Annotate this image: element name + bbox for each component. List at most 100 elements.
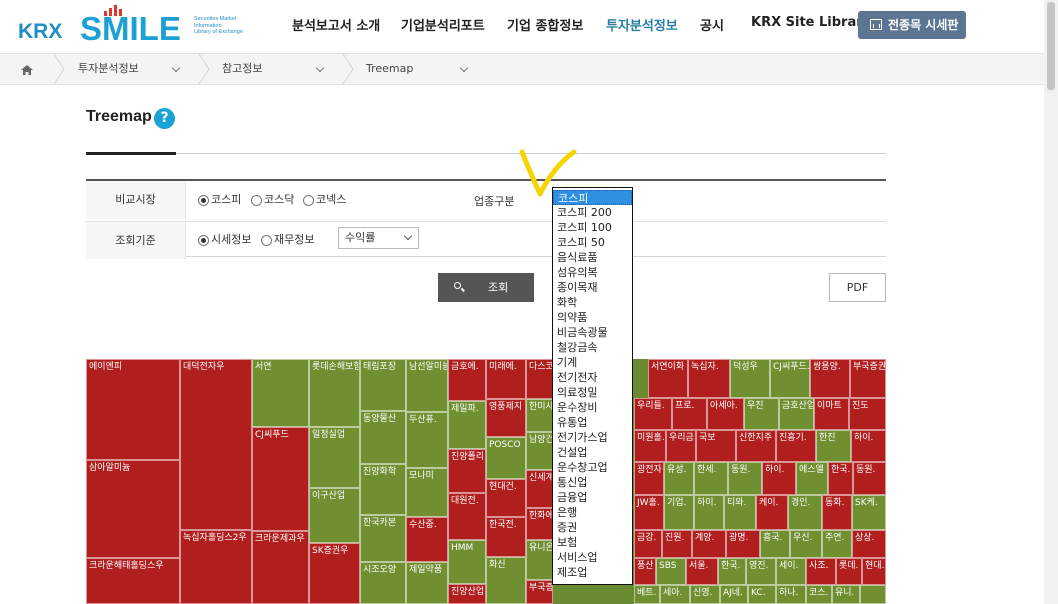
radio-konex[interactable]: 코넥스 <box>303 193 346 207</box>
treemap-cell[interactable]: 동화. <box>822 495 852 530</box>
dropdown-option[interactable]: 유통업 <box>553 415 632 430</box>
dropdown-option[interactable]: 운수창고업 <box>553 460 632 475</box>
treemap-cell[interactable]: 우진 <box>744 398 779 430</box>
treemap-cell[interactable]: 화신 <box>486 557 526 604</box>
treemap-cell[interactable]: 쌍용양. <box>810 359 850 398</box>
treemap-cell[interactable]: HMM <box>448 540 486 584</box>
treemap-cell[interactable]: 녹십자홀딩스2우 <box>180 530 252 604</box>
treemap-cell[interactable]: 서연이화 <box>648 359 688 398</box>
treemap-cell[interactable]: CJ씨푸드 <box>252 427 309 531</box>
treemap-cell[interactable]: 롯데. <box>836 558 862 585</box>
industry-dropdown-list[interactable]: 코스피 코스피 200 코스피 100 코스피 50 음식료품 섬유의복 종이목재 화학 의약품… <box>552 187 633 585</box>
treemap-cell[interactable]: 동원. <box>728 462 762 495</box>
nav-item-disclosure[interactable]: 공시 <box>700 15 724 34</box>
treemap-cell[interactable]: 제일약품 <box>406 562 448 604</box>
treemap-cell[interactable]: 두산퓨. <box>406 412 448 468</box>
treemap-cell[interactable]: 현대. <box>862 558 886 585</box>
treemap-cell[interactable]: 금강. <box>634 530 662 558</box>
treemap-cell[interactable]: 일정실업 <box>309 427 360 488</box>
breadcrumb-treemap[interactable]: Treemap <box>366 54 413 84</box>
treemap-cell[interactable]: 베트. <box>634 585 660 604</box>
treemap-cell[interactable]: 우리금. <box>666 430 696 462</box>
treemap-cell[interactable]: 유니. <box>832 585 860 604</box>
treemap-cell[interactable]: 진원. <box>662 530 692 558</box>
treemap-cell[interactable]: 한진 <box>816 430 851 462</box>
treemap-cell[interactable]: 세아. <box>660 585 690 604</box>
dropdown-option[interactable]: 의약품 <box>553 310 632 325</box>
dropdown-option[interactable]: 화학 <box>553 295 632 310</box>
nav-item-report-intro[interactable]: 분석보고서 소개 <box>292 15 380 34</box>
chevron-down-icon[interactable] <box>315 63 325 73</box>
treemap-cell[interactable]: 광명. <box>726 530 760 558</box>
radio-kospi[interactable]: 코스피 <box>198 193 241 207</box>
chevron-down-icon[interactable] <box>171 63 181 73</box>
treemap-cell[interactable] <box>860 585 886 604</box>
treemap-cell[interactable]: 한미사. <box>526 399 553 432</box>
treemap-cell[interactable]: 대원전. <box>448 493 486 540</box>
treemap-cell[interactable]: 주연. <box>822 530 852 558</box>
dropdown-option[interactable]: 코스피 100 <box>553 220 632 235</box>
treemap-cell[interactable]: 코스. <box>806 585 832 604</box>
all-stocks-board-button[interactable]: 전종목 시세판 <box>858 11 966 39</box>
treemap-cell[interactable]: 크라운제과우 <box>252 531 309 604</box>
treemap-cell[interactable]: SBS <box>656 558 686 585</box>
treemap-cell[interactable]: 금호에. <box>448 359 486 401</box>
pdf-button[interactable]: PDF <box>829 273 886 302</box>
treemap-cell[interactable]: 케이. <box>756 495 788 530</box>
treemap-cell[interactable]: 진양폴리 <box>448 449 486 493</box>
treemap-cell[interactable]: 에이엔피 <box>86 359 180 460</box>
treemap-cell[interactable]: 부국증권 <box>850 359 886 398</box>
treemap-cell[interactable]: 하이. <box>762 462 796 495</box>
treemap-cell[interactable]: 다스코 <box>526 359 553 399</box>
dropdown-option[interactable]: 종이목재 <box>553 280 632 295</box>
dropdown-option[interactable]: 보험 <box>553 535 632 550</box>
treemap-cell[interactable]: 이마트 <box>814 398 849 430</box>
treemap-cell[interactable]: 신영. <box>690 585 720 604</box>
treemap-cell[interactable]: 국보 <box>696 430 736 462</box>
nav-item-site-library[interactable]: KRX Site Library <box>751 15 871 30</box>
treemap-cell[interactable]: CJ씨푸드. <box>770 359 810 398</box>
nav-item-company-info[interactable]: 기업 종합정보 <box>507 15 583 34</box>
treemap-cell[interactable]: 금호산업 <box>779 398 814 430</box>
dropdown-option[interactable]: 섬유의복 <box>553 265 632 280</box>
home-icon[interactable] <box>14 62 40 78</box>
treemap-cell[interactable]: 계양. <box>692 530 726 558</box>
treemap-cell[interactable]: JW홀. <box>634 495 664 530</box>
dropdown-option[interactable]: 제조업 <box>553 565 632 580</box>
treemap-cell[interactable]: 하이. <box>851 430 886 462</box>
treemap-cell[interactable]: 프로. <box>672 398 707 430</box>
treemap-cell[interactable]: 광전자 <box>634 462 664 495</box>
dropdown-option[interactable]: 건설업 <box>553 445 632 460</box>
treemap-cell[interactable]: 제일파. <box>448 401 486 449</box>
dropdown-option[interactable]: 운수장비 <box>553 400 632 415</box>
treemap-cell[interactable]: 태림포장 <box>360 359 406 411</box>
treemap-cell[interactable]: 수산중. <box>406 517 448 562</box>
nav-item-investment-info[interactable]: 투자분석정보 <box>606 15 678 34</box>
treemap-cell[interactable]: POSCO <box>486 437 526 479</box>
treemap-cell[interactable]: 에스엘 <box>796 462 828 495</box>
treemap-cell[interactable]: 동원. <box>853 462 886 495</box>
treemap-cell[interactable]: 삼아알미늄 <box>86 460 180 558</box>
treemap-cell[interactable]: 서울. <box>686 558 718 585</box>
treemap-cell[interactable]: 녹십자. <box>688 359 730 398</box>
treemap-cell[interactable]: 진흥기. <box>776 430 816 462</box>
treemap-cell[interactable]: 진양화학 <box>360 464 406 515</box>
treemap-cell[interactable]: 이구산업 <box>309 488 360 543</box>
treemap-cell[interactable]: 미래에. <box>486 359 526 399</box>
treemap-cell[interactable]: 남양건 <box>526 432 553 470</box>
search-button[interactable]: 조회 <box>438 273 534 302</box>
nav-item-company-report[interactable]: 기업분석리포트 <box>401 15 485 34</box>
treemap-cell[interactable]: SK증권우 <box>309 543 360 604</box>
metric-select[interactable]: 수익률 <box>338 227 419 249</box>
treemap-cell[interactable]: 한화에. <box>526 508 553 540</box>
treemap-cell[interactable]: 한국. <box>828 462 853 495</box>
treemap-cell[interactable]: 진도 <box>849 398 886 430</box>
treemap-cell[interactable]: 한국카본 <box>360 515 406 562</box>
treemap-cell[interactable]: 우신. <box>790 530 822 558</box>
treemap-cell[interactable]: 한국. <box>718 558 746 585</box>
treemap-cell[interactable]: 세이. <box>776 558 806 585</box>
treemap-cell[interactable]: 영진. <box>746 558 776 585</box>
dropdown-option[interactable]: 의료정밀 <box>553 385 632 400</box>
treemap-cell[interactable]: 신세계 <box>526 470 553 508</box>
treemap-cell[interactable]: SK케. <box>852 495 886 530</box>
